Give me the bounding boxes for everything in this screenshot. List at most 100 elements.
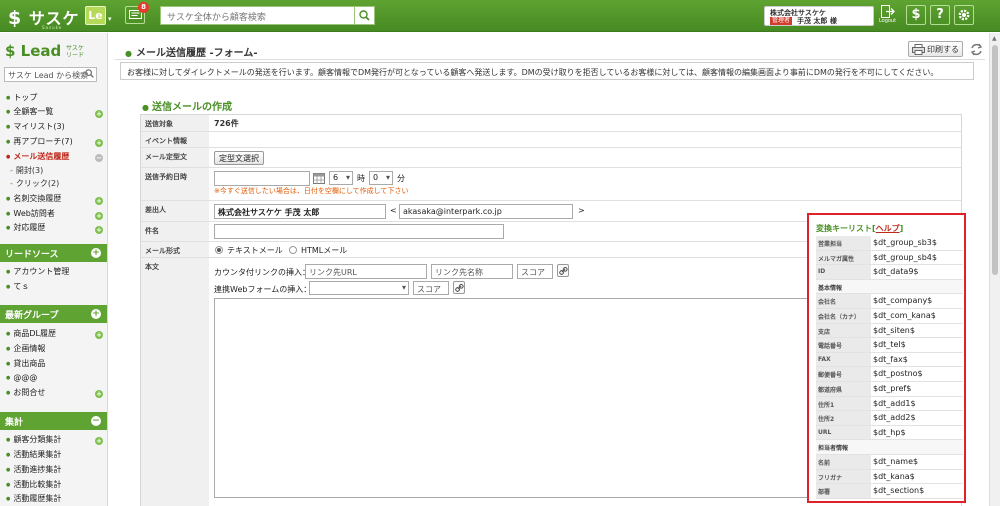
- format-text-radio[interactable]: [215, 246, 223, 254]
- sidebar-item-plan-info[interactable]: 企画情報: [6, 343, 45, 354]
- print-button[interactable]: 印刷する: [908, 41, 963, 57]
- sidebar-brand-sub: サスケ リード: [66, 45, 85, 59]
- key-value[interactable]: $dt_add1$: [873, 399, 916, 408]
- expand-icon[interactable]: +: [95, 226, 103, 234]
- hour-select[interactable]: 6: [329, 171, 353, 185]
- sidebar-item-mylist[interactable]: マイリスト(3): [6, 121, 64, 132]
- key-value[interactable]: $dt_group_sb4$: [873, 253, 937, 262]
- sidebar-item-compare-stats[interactable]: 活動比較集計: [6, 479, 61, 490]
- le-app-button[interactable]: Le: [85, 6, 106, 25]
- sidebar-item-account[interactable]: アカウント管理: [6, 266, 69, 277]
- key-value[interactable]: $dt_kana$: [873, 472, 915, 481]
- format-text-label[interactable]: テキストメール: [227, 245, 283, 256]
- expand-icon[interactable]: +: [95, 212, 103, 220]
- expand-icon[interactable]: +: [91, 248, 101, 258]
- insert-link-button[interactable]: [557, 264, 569, 277]
- expand-icon[interactable]: +: [95, 110, 103, 118]
- sidebar-section-stats[interactable]: 集計 −: [0, 412, 107, 430]
- sidebar-item-reapproach[interactable]: 再アプローチ(7): [6, 136, 72, 147]
- expand-icon[interactable]: +: [95, 139, 103, 147]
- calendar-icon[interactable]: [313, 172, 325, 184]
- sidebar-section-lead-source[interactable]: リードソース +: [0, 244, 107, 262]
- sender-name-input[interactable]: 株式会社サスケケ 手茂 太郎: [214, 204, 386, 219]
- key-value[interactable]: $dt_data9$: [873, 267, 919, 276]
- key-list-help-link[interactable]: ヘルプ: [876, 224, 900, 233]
- template-select-button[interactable]: 定型文選択: [214, 151, 264, 165]
- sidebar-item-activity-history[interactable]: 対応履歴: [6, 222, 45, 233]
- scroll-up-icon[interactable]: ▲: [992, 35, 997, 42]
- sidebar-item-all-customers[interactable]: 全顧客一覧: [6, 106, 53, 117]
- sidebar-item-atat[interactable]: @@@: [6, 373, 37, 382]
- key-value[interactable]: $dt_siten$: [873, 326, 915, 335]
- subject-input[interactable]: [214, 224, 504, 239]
- minute-select[interactable]: 0: [369, 171, 393, 185]
- key-value[interactable]: $dt_pref$: [873, 384, 911, 393]
- target-label: 送信対象: [141, 115, 209, 131]
- insert-webform-button[interactable]: [453, 281, 465, 294]
- format-html-radio[interactable]: [289, 246, 297, 254]
- help-button[interactable]: ?: [930, 5, 950, 25]
- link-score-input[interactable]: スコア: [517, 264, 553, 279]
- key-value[interactable]: $dt_postno$: [873, 369, 923, 378]
- sidebar-item-result-stats[interactable]: 活動結果集計: [6, 449, 61, 460]
- expand-icon[interactable]: +: [95, 331, 103, 339]
- global-search-input[interactable]: サスケ全体から顧客検索: [160, 6, 355, 25]
- key-value[interactable]: $dt_tel$: [873, 340, 906, 349]
- sidebar-item-ts[interactable]: てｓ: [6, 281, 29, 292]
- body-textarea[interactable]: [214, 298, 824, 498]
- key-value[interactable]: $dt_hp$: [873, 428, 906, 437]
- search-icon[interactable]: [85, 69, 94, 78]
- sidebar-item-history-stats[interactable]: 活動履歴集計: [6, 493, 61, 504]
- sidebar-item-customer-stats[interactable]: 顧客分類集計: [6, 434, 61, 445]
- webform-score-input[interactable]: スコア: [413, 281, 449, 295]
- scrollbar-thumb[interactable]: [992, 45, 998, 275]
- schedule-date-input[interactable]: [214, 171, 310, 186]
- key-value[interactable]: $dt_com_kana$: [873, 311, 936, 320]
- sidebar-item-inquiry[interactable]: お問合せ: [6, 387, 45, 398]
- key-label: 会社名: [816, 294, 871, 308]
- angle-close: >: [578, 206, 585, 215]
- sidebar-item-rental[interactable]: 貸出商品: [6, 358, 45, 369]
- key-list-row: 電話番号 $dt_tel$: [816, 338, 963, 353]
- sidebar-item-mail-history[interactable]: メール送信履歴: [6, 151, 69, 162]
- key-value[interactable]: $dt_add2$: [873, 413, 916, 422]
- sasuke-home-button[interactable]: $: [906, 5, 926, 25]
- sidebar-item-clicked[interactable]: クリック(2): [10, 178, 59, 189]
- expand-icon[interactable]: +: [95, 390, 103, 398]
- sidebar-section-group[interactable]: 最新グループ +: [0, 305, 107, 323]
- key-value[interactable]: $dt_group_sb3$: [873, 238, 937, 247]
- format-html-label[interactable]: HTMLメール: [301, 245, 347, 256]
- link-name-input[interactable]: リンク先名称: [431, 264, 513, 279]
- user-info[interactable]: 株式会社サスケケ 管理者 手茂 太郎 様: [764, 6, 874, 26]
- sidebar-item-top[interactable]: トップ: [6, 92, 37, 103]
- chevron-down-icon[interactable]: ▾: [108, 15, 112, 23]
- sidebar-search-input[interactable]: サスケ Lead から検索: [4, 67, 97, 82]
- key-value[interactable]: $dt_fax$: [873, 355, 908, 364]
- webform-select[interactable]: [309, 281, 409, 295]
- sidebar-item-opened[interactable]: 開封(3): [10, 165, 43, 176]
- sidebar-item-web-visitors[interactable]: Web訪問者: [6, 208, 54, 219]
- page-scrollbar[interactable]: ▲: [989, 33, 1000, 506]
- expand-icon[interactable]: +: [95, 197, 103, 205]
- printer-icon: [912, 44, 925, 55]
- key-value[interactable]: $dt_section$: [873, 486, 924, 495]
- sidebar-item-card-exchange[interactable]: 名刺交換履歴: [6, 193, 61, 204]
- settings-button[interactable]: [954, 5, 974, 25]
- key-value[interactable]: $dt_name$: [873, 457, 918, 466]
- collapse-icon[interactable]: −: [91, 416, 101, 426]
- refresh-icon[interactable]: [970, 42, 983, 57]
- link-url-input[interactable]: リンク先URL: [305, 264, 427, 279]
- sidebar-item-product-dl[interactable]: 商品DL履歴: [6, 328, 56, 339]
- sender-label: 差出人: [141, 201, 209, 221]
- search-button[interactable]: [355, 6, 375, 25]
- collapse-icon[interactable]: −: [95, 154, 103, 162]
- expand-icon[interactable]: +: [95, 437, 103, 445]
- expand-icon[interactable]: +: [91, 309, 101, 319]
- sidebar-brand[interactable]: $ Lead: [5, 42, 61, 60]
- sidebar-item-progress-stats[interactable]: 活動進捗集計: [6, 464, 61, 475]
- key-list-row: 住所2 $dt_add2$: [816, 411, 963, 426]
- key-value[interactable]: $dt_company$: [873, 296, 932, 305]
- sender-email-input[interactable]: akasaka@interpark.co.jp: [399, 204, 573, 219]
- key-list-row: メルマガ属性 $dt_group_sb4$: [816, 250, 963, 266]
- logout-button[interactable]: Logout: [878, 5, 897, 27]
